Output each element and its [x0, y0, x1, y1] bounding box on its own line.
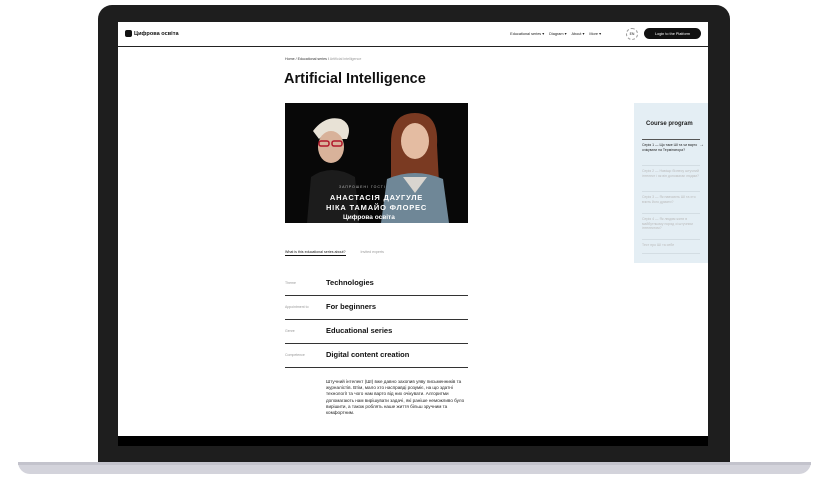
- course-episode-label: Серія 4 — Як людям жити в майбутньому по…: [642, 217, 693, 231]
- course-episode-label: Серія 1 — Що таке ШІ та чи варто очікува…: [642, 143, 698, 152]
- course-program-title: Course program: [646, 121, 693, 127]
- hero-guest-name-1: АНАСТАСІЯ ДАУГУЛЕ: [329, 193, 424, 202]
- breadcrumb: Home / Educational series / Artificial i…: [285, 57, 361, 61]
- nav-item-more[interactable]: More ▾: [589, 31, 601, 36]
- hero-video[interactable]: ЗАПРОШЕНІ ГОСТІ АНАСТАСІЯ ДАУГУЛЕ НІКА Т…: [285, 103, 468, 223]
- laptop-base: [18, 462, 811, 474]
- nav-item-educational-series[interactable]: Educational series ▾: [510, 31, 544, 36]
- property-row: Competence Digital content creation: [285, 344, 468, 368]
- divider: [642, 239, 700, 240]
- person-face-left: [318, 131, 344, 163]
- tab-about-series[interactable]: What is this educational series about?: [285, 250, 346, 256]
- property-value: For beginners: [326, 302, 377, 311]
- course-program-panel: Course program Серія 1 — Що таке ШІ та ч…: [634, 103, 708, 263]
- logo-icon: [125, 30, 132, 37]
- property-label: Appointment to: [285, 305, 309, 309]
- person-face-right: [401, 123, 429, 159]
- divider: [642, 253, 700, 254]
- divider: [642, 165, 700, 166]
- divider: [642, 139, 700, 140]
- screen-bottom-edge: [118, 436, 708, 446]
- logo-text: Цифрова освіта: [134, 30, 179, 37]
- property-label: Genre: [285, 329, 295, 333]
- breadcrumb-educational-series[interactable]: Educational series: [298, 57, 327, 61]
- hero-subtitle: ЗАПРОШЕНІ ГОСТІ: [339, 185, 386, 189]
- hero-brand: Цифрова освіта: [343, 214, 395, 221]
- course-episode-4[interactable]: Серія 4 — Як людям жити в майбутньому по…: [642, 217, 700, 231]
- content-tabs: What is this educational series about? I…: [285, 250, 384, 256]
- property-value: Technologies: [326, 278, 374, 287]
- browser-screen: Цифрова освіта Educational series ▾ Diag…: [118, 22, 708, 436]
- course-episode-2[interactable]: Серія 2 — Навіщо бізнесу штучний інтелек…: [642, 169, 700, 178]
- property-value: Educational series: [326, 326, 393, 335]
- course-episode-label: Тест про ШІ та себе: [642, 243, 675, 247]
- property-label: Theme: [285, 281, 296, 285]
- site-logo[interactable]: Цифрова освіта: [125, 30, 179, 37]
- properties-table: Theme Technologies Appointment to For be…: [285, 272, 468, 368]
- breadcrumb-current: Artificial intelligence: [329, 57, 362, 61]
- tab-invited-experts[interactable]: Invited experts: [361, 250, 384, 256]
- breadcrumb-separator: /: [295, 57, 297, 61]
- language-switcher[interactable]: EN: [626, 28, 638, 40]
- property-row: Appointment to For beginners: [285, 296, 468, 320]
- arrow-right-icon: →: [699, 142, 704, 148]
- main-nav: Educational series ▾ Diagram ▾ About ▾ M…: [510, 31, 601, 36]
- property-row: Theme Technologies: [285, 272, 468, 296]
- property-label: Competence: [285, 353, 305, 357]
- property-row: Genre Educational series: [285, 320, 468, 344]
- course-episode-label: Серія 2 — Навіщо бізнесу штучний інтелек…: [642, 169, 699, 178]
- divider: [642, 191, 700, 192]
- course-episode-label: Серія 3 — Як навчають ШІ та хто вчить йо…: [642, 195, 696, 204]
- course-episode-1[interactable]: Серія 1 — Що таке ШІ та чи варто очікува…: [642, 143, 704, 152]
- nav-item-about[interactable]: About ▾: [571, 31, 584, 36]
- property-value: Digital content creation: [326, 350, 410, 359]
- page-title: Artificial Intelligence: [284, 71, 426, 87]
- login-button[interactable]: Login to the Platform: [644, 28, 701, 39]
- breadcrumb-home[interactable]: Home: [285, 57, 295, 61]
- divider: [642, 213, 700, 214]
- hero-guest-name-2: НІКА ТАМАЙО ФЛОРЕС: [325, 203, 428, 212]
- series-description: Штучний інтелект (ШІ) вже давно захопив …: [326, 379, 465, 416]
- course-episode-3[interactable]: Серія 3 — Як навчають ШІ та хто вчить йо…: [642, 195, 700, 204]
- nav-item-diagram[interactable]: Diagram ▾: [549, 31, 566, 36]
- course-test[interactable]: Тест про ШІ та себе: [642, 243, 700, 248]
- site-header: Цифрова освіта Educational series ▾ Diag…: [118, 22, 708, 47]
